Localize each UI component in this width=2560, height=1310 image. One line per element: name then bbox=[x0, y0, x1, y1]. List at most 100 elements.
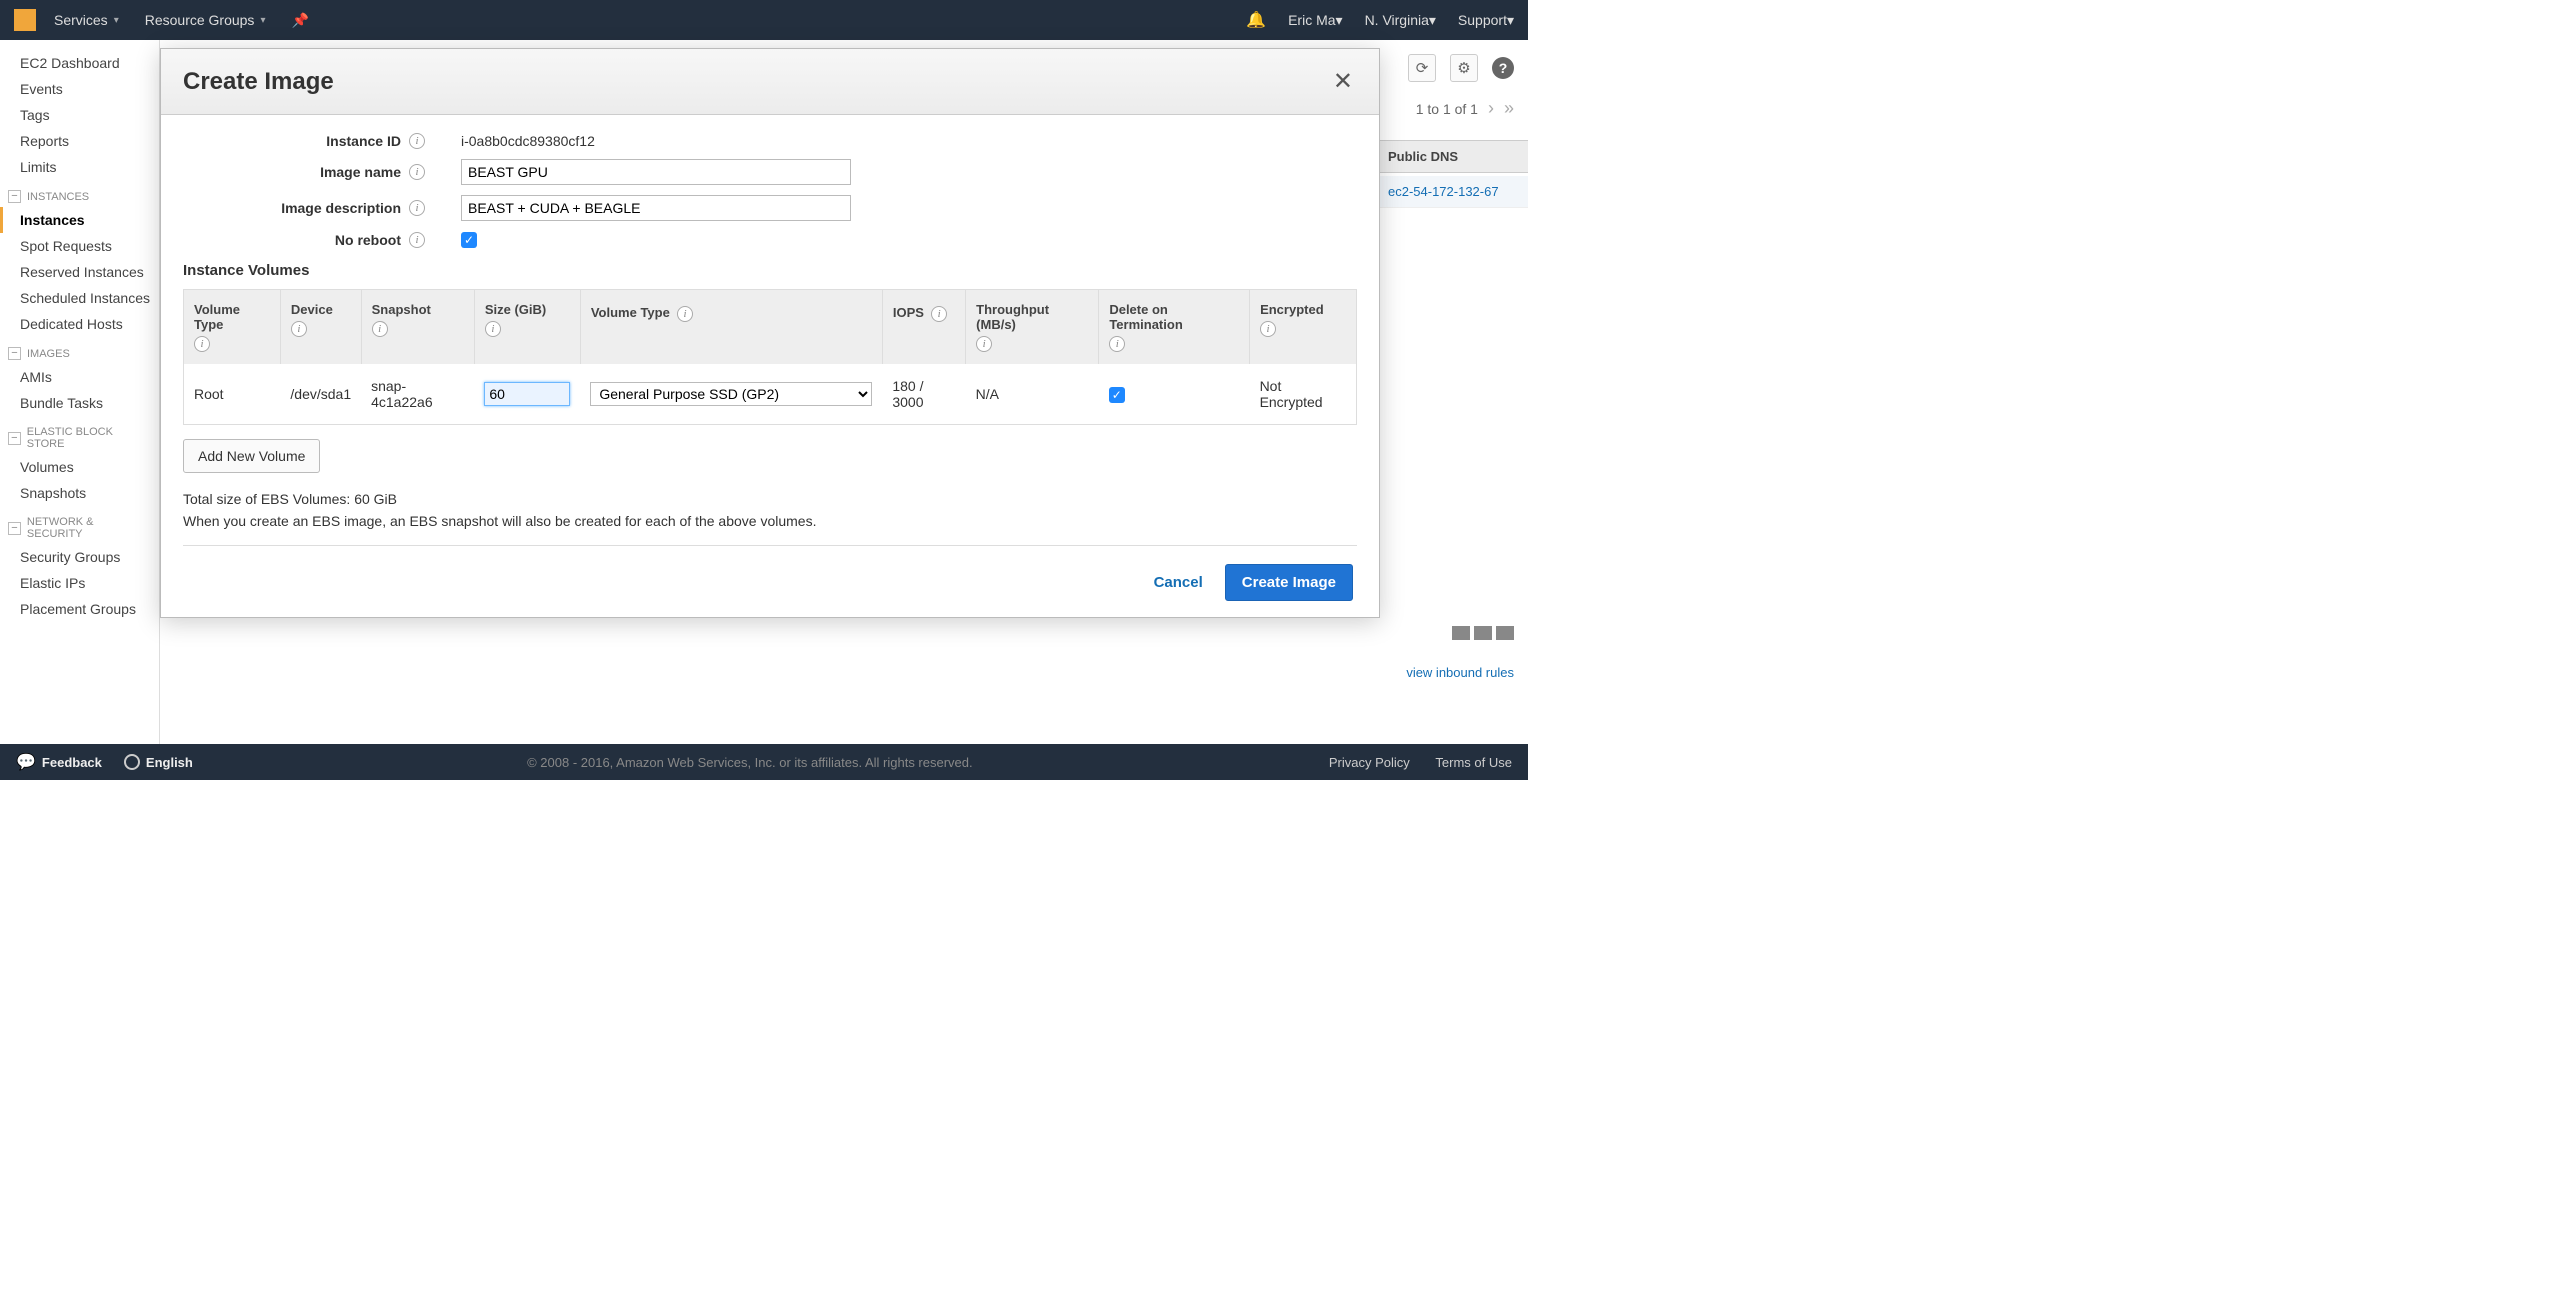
language-label: English bbox=[146, 755, 193, 770]
top-navigation: Services ▾ Resource Groups ▾ 📌 🔔 Eric Ma… bbox=[0, 0, 1528, 40]
group-label: IMAGES bbox=[27, 348, 70, 360]
no-reboot-checkbox[interactable]: ✓ bbox=[461, 232, 477, 248]
info-icon[interactable]: i bbox=[485, 321, 501, 337]
sidebar-instances[interactable]: Instances bbox=[0, 207, 159, 233]
region-label: N. Virginia bbox=[1365, 12, 1429, 28]
info-icon[interactable]: i bbox=[931, 306, 947, 322]
info-icon[interactable]: i bbox=[409, 200, 425, 216]
feedback-button[interactable]: 💬 Feedback bbox=[16, 752, 102, 772]
label-image-name: Image name bbox=[320, 164, 401, 180]
sidebar-events[interactable]: Events bbox=[0, 76, 159, 102]
sidebar-dedicated-hosts[interactable]: Dedicated Hosts bbox=[0, 311, 159, 337]
help-button[interactable]: ? bbox=[1492, 57, 1514, 79]
footer-links: Privacy Policy Terms of Use bbox=[1307, 755, 1512, 770]
modal-body: Instance ID i i-0a8b0cdc89380cf12 Image … bbox=[161, 115, 1379, 617]
sidebar-tags[interactable]: Tags bbox=[0, 102, 159, 128]
page-next-icon[interactable]: › bbox=[1488, 98, 1494, 119]
settings-button[interactable]: ⚙ bbox=[1450, 54, 1478, 82]
support-menu[interactable]: Support ▾ bbox=[1458, 12, 1514, 29]
group-label: INSTANCES bbox=[27, 191, 89, 203]
layout-option-icon[interactable] bbox=[1474, 626, 1492, 640]
user-label: Eric Ma bbox=[1288, 12, 1335, 28]
region-menu[interactable]: N. Virginia ▾ bbox=[1365, 12, 1436, 29]
info-icon[interactable]: i bbox=[976, 336, 992, 352]
sidebar-amis[interactable]: AMIs bbox=[0, 364, 159, 390]
sidebar-reports[interactable]: Reports bbox=[0, 128, 159, 154]
close-icon[interactable]: ✕ bbox=[1329, 67, 1357, 96]
notifications-icon[interactable]: 🔔 bbox=[1246, 10, 1266, 30]
sidebar-group-images[interactable]: − IMAGES bbox=[0, 337, 159, 364]
sidebar-reserved-instances[interactable]: Reserved Instances bbox=[0, 259, 159, 285]
volume-size-input[interactable] bbox=[484, 382, 570, 406]
sidebar-elastic-ips[interactable]: Elastic IPs bbox=[0, 570, 159, 596]
info-icon[interactable]: i bbox=[409, 133, 425, 149]
collapse-icon: − bbox=[8, 522, 21, 535]
row-image-description: Image description i bbox=[183, 195, 1357, 221]
view-inbound-rules-link[interactable]: view inbound rules bbox=[1406, 665, 1514, 680]
col-device: Device i bbox=[280, 290, 361, 365]
page-footer: 💬 Feedback English © 2008 - 2016, Amazon… bbox=[0, 744, 1528, 780]
aws-logo-icon[interactable] bbox=[14, 9, 36, 31]
resource-groups-menu[interactable]: Resource Groups ▾ bbox=[145, 12, 266, 28]
services-label: Services bbox=[54, 12, 108, 28]
sidebar-group-network[interactable]: − NETWORK & SECURITY bbox=[0, 506, 159, 544]
instance-volumes-title: Instance Volumes bbox=[183, 262, 1357, 279]
create-image-modal: Create Image ✕ Instance ID i i-0a8b0cdc8… bbox=[160, 48, 1380, 618]
image-name-input[interactable] bbox=[461, 159, 851, 185]
privacy-policy-link[interactable]: Privacy Policy bbox=[1329, 755, 1410, 770]
info-icon[interactable]: i bbox=[677, 306, 693, 322]
services-menu[interactable]: Services ▾ bbox=[54, 12, 119, 28]
sidebar-snapshots[interactable]: Snapshots bbox=[0, 480, 159, 506]
sidebar-ec2-dashboard[interactable]: EC2 Dashboard bbox=[0, 50, 159, 76]
modal-header: Create Image ✕ bbox=[161, 49, 1379, 115]
layout-option-icon[interactable] bbox=[1496, 626, 1514, 640]
volume-type-select[interactable]: General Purpose SSD (GP2) bbox=[590, 382, 872, 406]
info-icon[interactable]: i bbox=[194, 336, 210, 352]
speech-bubble-icon: 💬 bbox=[16, 752, 36, 772]
column-header-public-dns[interactable]: Public DNS bbox=[1378, 140, 1528, 173]
label-instance-id: Instance ID bbox=[326, 133, 401, 149]
sidebar-volumes[interactable]: Volumes bbox=[0, 454, 159, 480]
cancel-button[interactable]: Cancel bbox=[1154, 574, 1203, 591]
delete-on-termination-checkbox[interactable]: ✓ bbox=[1109, 387, 1125, 403]
sidebar-group-ebs[interactable]: − ELASTIC BLOCK STORE bbox=[0, 416, 159, 454]
sidebar-limits[interactable]: Limits bbox=[0, 154, 159, 180]
add-new-volume-button[interactable]: Add New Volume bbox=[183, 439, 320, 473]
info-icon[interactable]: i bbox=[409, 164, 425, 180]
create-image-button[interactable]: Create Image bbox=[1225, 564, 1353, 601]
pager-text: 1 to 1 of 1 bbox=[1416, 101, 1478, 117]
layout-option-icon[interactable] bbox=[1452, 626, 1470, 640]
sidebar-security-groups[interactable]: Security Groups bbox=[0, 544, 159, 570]
cell-iops: 180 / 3000 bbox=[882, 364, 965, 425]
page-last-icon[interactable]: » bbox=[1504, 98, 1514, 119]
info-icon[interactable]: i bbox=[372, 321, 388, 337]
col-throughput: Throughput (MB/s) i bbox=[966, 290, 1099, 365]
sidebar-spot-requests[interactable]: Spot Requests bbox=[0, 233, 159, 259]
info-icon[interactable]: i bbox=[291, 321, 307, 337]
sidebar-group-instances[interactable]: − INSTANCES bbox=[0, 180, 159, 207]
col-iops: IOPS i bbox=[882, 290, 965, 365]
cell-snapshot: snap-4c1a22a6 bbox=[361, 364, 474, 425]
sidebar-placement-groups[interactable]: Placement Groups bbox=[0, 596, 159, 622]
pin-icon[interactable]: 📌 bbox=[291, 12, 308, 29]
group-label: NETWORK & SECURITY bbox=[27, 516, 151, 540]
info-icon[interactable]: i bbox=[1109, 336, 1125, 352]
terms-of-use-link[interactable]: Terms of Use bbox=[1435, 755, 1512, 770]
info-icon[interactable]: i bbox=[409, 232, 425, 248]
cell-root: Root bbox=[184, 364, 281, 425]
user-menu[interactable]: Eric Ma ▾ bbox=[1288, 12, 1342, 29]
row-image-name: Image name i bbox=[183, 159, 1357, 185]
sidebar-bundle-tasks[interactable]: Bundle Tasks bbox=[0, 390, 159, 416]
collapse-icon: − bbox=[8, 432, 21, 445]
paginator: 1 to 1 of 1 › » bbox=[1416, 98, 1514, 119]
sidebar-scheduled-instances[interactable]: Scheduled Instances bbox=[0, 285, 159, 311]
image-description-input[interactable] bbox=[461, 195, 851, 221]
info-icon[interactable]: i bbox=[1260, 321, 1276, 337]
instance-public-dns[interactable]: ec2-54-172-132-67 bbox=[1378, 176, 1528, 208]
row-no-reboot: No reboot i ✓ bbox=[183, 231, 1357, 248]
col-snapshot: Snapshot i bbox=[361, 290, 474, 365]
col-delete-on-termination: Delete on Termination i bbox=[1099, 290, 1250, 365]
chevron-down-icon: ▾ bbox=[1429, 12, 1436, 29]
language-selector[interactable]: English bbox=[124, 754, 193, 770]
refresh-button[interactable]: ⟳ bbox=[1408, 54, 1436, 82]
